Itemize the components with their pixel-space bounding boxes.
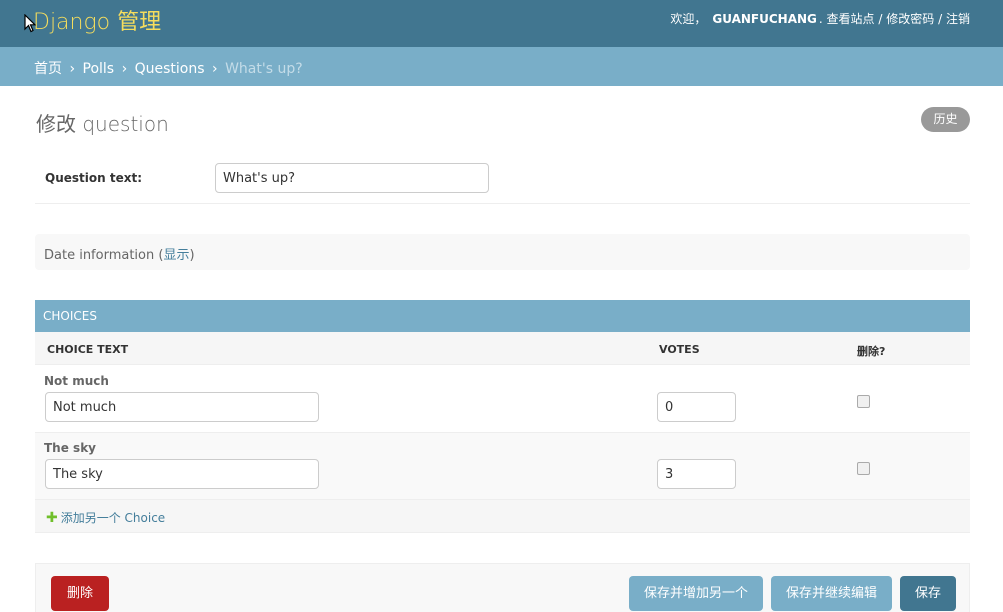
choice-original-label: The sky xyxy=(44,441,96,455)
plus-icon: ✚ xyxy=(46,510,58,526)
site-brand[interactable]: Django 管理 xyxy=(33,4,161,36)
date-information-toggle[interactable]: 显示 xyxy=(163,248,189,263)
choice-text-input[interactable]: The sky xyxy=(45,459,319,489)
breadcrumb-separator: › xyxy=(69,61,76,77)
username: GUANFUCHANG xyxy=(712,12,817,26)
delete-button[interactable]: 删除 xyxy=(51,576,109,611)
breadcrumb-separator: › xyxy=(212,61,218,77)
period: . xyxy=(818,12,823,26)
separator: / xyxy=(938,12,943,26)
breadcrumb-current: What's up? xyxy=(225,61,303,77)
logout-link[interactable]: 注销 xyxy=(946,12,970,26)
breadcrumb: 首页 › Polls › Questions › What's up? xyxy=(0,47,1003,86)
save-button[interactable]: 保存 xyxy=(900,576,956,611)
breadcrumb-app[interactable]: Polls xyxy=(83,61,115,77)
welcome-text: 欢迎， xyxy=(670,12,707,26)
choice-text-input[interactable]: Not much xyxy=(45,392,319,422)
date-information-fieldset: Date information (显示) xyxy=(35,234,970,270)
breadcrumb-separator: › xyxy=(121,61,128,77)
submit-row: 删除 保存并增加另一个 保存并继续编辑 保存 xyxy=(35,563,970,612)
view-site-link[interactable]: 查看站点 xyxy=(827,12,875,26)
add-another-choice-link[interactable]: 添加另一个 Choice xyxy=(61,511,165,525)
breadcrumb-model[interactable]: Questions xyxy=(135,61,205,77)
votes-input[interactable]: 3 xyxy=(657,459,736,489)
choices-inline-heading: CHOICES xyxy=(35,300,970,332)
separator: / xyxy=(878,12,883,26)
add-another-choice-row: ✚ 添加另一个 Choice xyxy=(35,500,970,533)
page-title: 修改 question xyxy=(36,112,169,136)
date-information-label: Date information xyxy=(44,248,155,263)
col-votes: VOTES xyxy=(659,343,700,356)
col-delete: 删除? xyxy=(857,345,886,358)
change-password-link[interactable]: 修改密码 xyxy=(886,12,934,26)
site-header: Django 管理 欢迎， GUANFUCHANG. 查看站点 / 修改密码 / … xyxy=(0,0,1003,47)
question-text-input[interactable]: What's up? xyxy=(215,163,489,193)
delete-checkbox[interactable] xyxy=(857,462,870,475)
votes-input[interactable]: 0 xyxy=(657,392,736,422)
save-and-add-another-button[interactable]: 保存并增加另一个 xyxy=(629,576,763,611)
history-button[interactable]: 历史 xyxy=(921,107,970,132)
user-tools: 欢迎， GUANFUCHANG. 查看站点 / 修改密码 / 注销 xyxy=(670,10,970,27)
breadcrumb-home[interactable]: 首页 xyxy=(34,61,62,77)
choice-row: Not much Not much 0 xyxy=(35,366,970,433)
choices-column-header: CHOICE TEXT VOTES 删除? xyxy=(35,332,970,365)
question-text-row: Question text: What's up? xyxy=(35,155,970,204)
question-text-label: Question text: xyxy=(45,171,142,185)
choice-row: The sky The sky 3 xyxy=(35,433,970,500)
paren-close: ) xyxy=(189,248,195,263)
col-choice-text: CHOICE TEXT xyxy=(47,343,129,356)
save-and-continue-button[interactable]: 保存并继续编辑 xyxy=(771,576,892,611)
delete-checkbox[interactable] xyxy=(857,395,870,408)
choice-original-label: Not much xyxy=(44,374,109,388)
